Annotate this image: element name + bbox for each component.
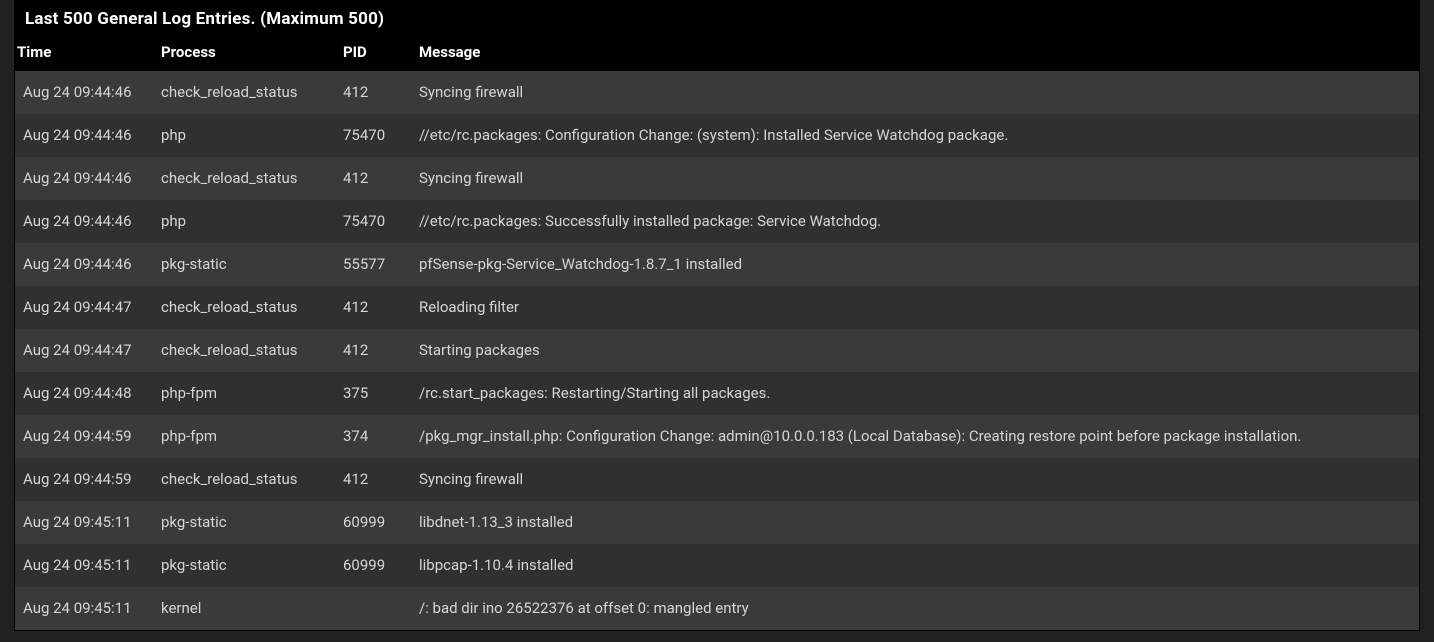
table-row: Aug 24 09:45:11pkg-static60999libpcap-1.… xyxy=(15,544,1419,587)
cell-process: php-fpm xyxy=(161,372,343,415)
cell-message: pfSense-pkg-Service_Watchdog-1.8.7_1 ins… xyxy=(409,243,1419,286)
cell-message: libpcap-1.10.4 installed xyxy=(409,544,1419,587)
panel-header: Last 500 General Log Entries. (Maximum 5… xyxy=(15,1,1419,35)
table-row: Aug 24 09:44:46check_reload_status412Syn… xyxy=(15,157,1419,200)
cell-message: Syncing firewall xyxy=(409,458,1419,501)
table-row: Aug 24 09:44:46php75470//etc/rc.packages… xyxy=(15,200,1419,243)
column-header-time: Time xyxy=(15,35,161,71)
cell-pid: 75470 xyxy=(343,114,409,157)
cell-process: check_reload_status xyxy=(161,458,343,501)
cell-message: /pkg_mgr_install.php: Configuration Chan… xyxy=(409,415,1419,458)
cell-process: php xyxy=(161,114,343,157)
cell-process: kernel xyxy=(161,587,343,630)
cell-time: Aug 24 09:44:47 xyxy=(15,329,161,372)
table-row: Aug 24 09:44:48php-fpm375/rc.start_packa… xyxy=(15,372,1419,415)
cell-time: Aug 24 09:45:11 xyxy=(15,544,161,587)
cell-time: Aug 24 09:44:59 xyxy=(15,415,161,458)
table-row: Aug 24 09:44:47check_reload_status412Rel… xyxy=(15,286,1419,329)
cell-pid: 75470 xyxy=(343,200,409,243)
cell-message: Syncing firewall xyxy=(409,157,1419,200)
cell-process: check_reload_status xyxy=(161,157,343,200)
table-row: Aug 24 09:45:11kernel /: bad dir ino 2652… xyxy=(15,587,1419,630)
cell-pid: 412 xyxy=(343,157,409,200)
cell-time: Aug 24 09:44:46 xyxy=(15,243,161,286)
panel-title: Last 500 General Log Entries. (Maximum 5… xyxy=(25,9,384,29)
cell-time: Aug 24 09:44:47 xyxy=(15,286,161,329)
table-row: Aug 24 09:44:46php75470//etc/rc.packages… xyxy=(15,114,1419,157)
cell-process: php-fpm xyxy=(161,415,343,458)
cell-pid: 412 xyxy=(343,286,409,329)
cell-message: //etc/rc.packages: Successfully installe… xyxy=(409,200,1419,243)
cell-process: check_reload_status xyxy=(161,286,343,329)
cell-pid: 55577 xyxy=(343,243,409,286)
cell-process: php xyxy=(161,200,343,243)
log-panel: Last 500 General Log Entries. (Maximum 5… xyxy=(14,0,1420,631)
table-row: Aug 24 09:44:59check_reload_status412Syn… xyxy=(15,458,1419,501)
cell-pid: 375 xyxy=(343,372,409,415)
table-row: Aug 24 09:44:59php-fpm374/pkg_mgr_instal… xyxy=(15,415,1419,458)
cell-pid: 60999 xyxy=(343,501,409,544)
cell-pid: 412 xyxy=(343,458,409,501)
column-header-pid: PID xyxy=(343,35,409,71)
cell-process: pkg-static xyxy=(161,544,343,587)
cell-time: Aug 24 09:44:46 xyxy=(15,157,161,200)
table-header-row: Time Process PID Message xyxy=(15,35,1419,71)
cell-process: pkg-static xyxy=(161,501,343,544)
table-row: Aug 24 09:44:46pkg-static55577pfSense-pk… xyxy=(15,243,1419,286)
cell-process: check_reload_status xyxy=(161,329,343,372)
cell-time: Aug 24 09:44:46 xyxy=(15,114,161,157)
cell-pid xyxy=(343,587,409,630)
cell-pid: 412 xyxy=(343,329,409,372)
cell-time: Aug 24 09:44:46 xyxy=(15,200,161,243)
cell-time: Aug 24 09:45:11 xyxy=(15,501,161,544)
cell-time: Aug 24 09:45:11 xyxy=(15,587,161,630)
table-row: Aug 24 09:44:47check_reload_status412Sta… xyxy=(15,329,1419,372)
column-header-process: Process xyxy=(161,35,343,71)
cell-process: pkg-static xyxy=(161,243,343,286)
log-table: Time Process PID Message Aug 24 09:44:46… xyxy=(15,35,1419,630)
cell-message: //etc/rc.packages: Configuration Change:… xyxy=(409,114,1419,157)
cell-pid: 374 xyxy=(343,415,409,458)
cell-time: Aug 24 09:44:46 xyxy=(15,71,161,114)
table-row: Aug 24 09:44:46check_reload_status412Syn… xyxy=(15,71,1419,114)
cell-pid: 60999 xyxy=(343,544,409,587)
cell-pid: 412 xyxy=(343,71,409,114)
cell-message: /rc.start_packages: Restarting/Starting … xyxy=(409,372,1419,415)
cell-message: Starting packages xyxy=(409,329,1419,372)
cell-process: check_reload_status xyxy=(161,71,343,114)
cell-time: Aug 24 09:44:59 xyxy=(15,458,161,501)
cell-message: libdnet-1.13_3 installed xyxy=(409,501,1419,544)
cell-time: Aug 24 09:44:48 xyxy=(15,372,161,415)
column-header-message: Message xyxy=(409,35,1419,71)
cell-message: /: bad dir ino 26522376 at offset 0: man… xyxy=(409,587,1419,630)
cell-message: Syncing firewall xyxy=(409,71,1419,114)
cell-message: Reloading filter xyxy=(409,286,1419,329)
table-row: Aug 24 09:45:11pkg-static60999libdnet-1.… xyxy=(15,501,1419,544)
